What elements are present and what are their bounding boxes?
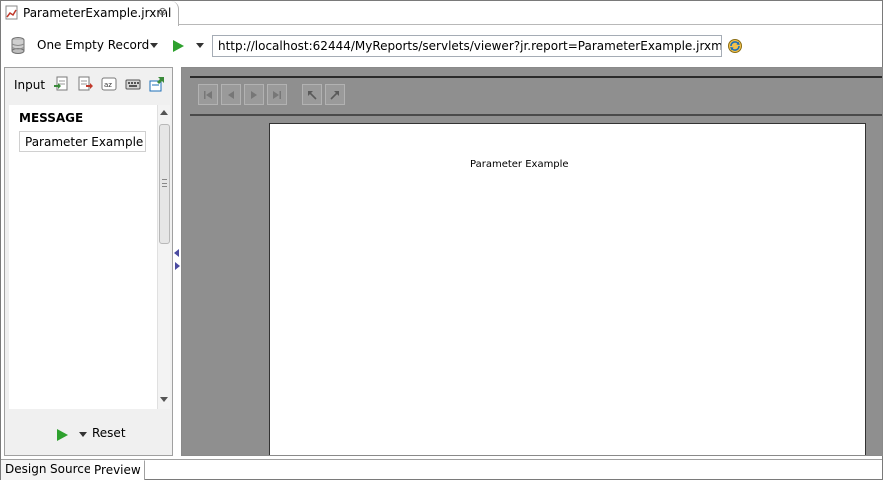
run-report-icon[interactable] — [57, 429, 68, 441]
grip-icon — [162, 179, 167, 187]
zoom-out-button[interactable] — [302, 84, 322, 105]
collapse-left-icon[interactable] — [174, 249, 179, 257]
previous-page-icon — [228, 91, 234, 99]
datasource-selector[interactable]: One Empty Record — [37, 38, 149, 52]
tab-source[interactable]: Source — [46, 460, 96, 480]
input-label: Input — [14, 78, 46, 92]
first-page-button[interactable] — [198, 84, 218, 105]
expand-right-icon[interactable] — [175, 262, 180, 270]
export-icon[interactable] — [77, 76, 93, 92]
tab-preview[interactable]: Preview — [90, 460, 145, 480]
previous-page-button[interactable] — [221, 84, 241, 105]
report-file-icon — [5, 5, 19, 20]
settings-icon[interactable] — [149, 76, 165, 92]
next-page-icon — [251, 91, 257, 99]
next-page-button[interactable] — [244, 84, 264, 105]
preview-url-field[interactable]: http://localhost:62444/MyReports/servlet… — [212, 35, 722, 57]
zoom-in-button[interactable] — [325, 84, 345, 105]
database-icon — [11, 37, 25, 54]
report-viewer: Parameter Example — [181, 67, 883, 456]
scrollbar-thumb[interactable] — [159, 124, 170, 244]
viewer-divider — [190, 76, 882, 78]
parameter-value-input[interactable]: Parameter Example — [19, 131, 146, 152]
report-editor-window: ParameterExample.jrxml ⊗ One Empty Recor… — [0, 0, 883, 480]
close-icon[interactable]: ⊗ — [158, 5, 167, 18]
editor-mode-tabs: Design Source Preview — [1, 459, 882, 480]
first-page-icon — [204, 91, 212, 99]
scroll-up-icon[interactable] — [160, 110, 168, 115]
svg-text:az: az — [104, 81, 112, 89]
datasource-dropdown-icon[interactable] — [150, 43, 158, 48]
refresh-icon[interactable] — [727, 38, 743, 54]
arrow-up-left-icon — [308, 91, 317, 100]
arrow-up-right-icon — [330, 91, 339, 100]
editor-tab-bar: ParameterExample.jrxml ⊗ — [1, 1, 882, 26]
viewer-toolbar-divider — [190, 114, 882, 116]
keyboard-icon[interactable] — [125, 76, 141, 92]
run-options-dropdown-icon[interactable] — [79, 432, 87, 437]
parameter-name: MESSAGE — [19, 111, 84, 125]
last-page-icon — [273, 91, 281, 99]
report-page: Parameter Example — [269, 123, 866, 455]
tab-design[interactable]: Design — [1, 460, 51, 480]
report-message-text: Parameter Example — [470, 159, 569, 170]
parameter-scrollbar[interactable] — [157, 105, 170, 409]
parameter-list: MESSAGE Parameter Example — [9, 105, 157, 409]
sort-icon[interactable]: az — [101, 76, 117, 92]
scroll-down-icon[interactable] — [160, 397, 168, 402]
editor-tab[interactable]: ParameterExample.jrxml ⊗ — [1, 1, 179, 26]
import-icon[interactable] — [53, 76, 69, 92]
preview-toolbar: One Empty Record http://localhost:62444/… — [1, 26, 882, 64]
run-icon[interactable] — [173, 40, 184, 52]
editor-tab-title: ParameterExample.jrxml — [23, 6, 172, 20]
last-page-button[interactable] — [267, 84, 287, 105]
run-dropdown-icon[interactable] — [196, 43, 204, 48]
reset-button[interactable]: Reset — [92, 426, 126, 440]
parameters-panel: Input az MESSAGE Parameter Example Reset — [4, 67, 173, 456]
